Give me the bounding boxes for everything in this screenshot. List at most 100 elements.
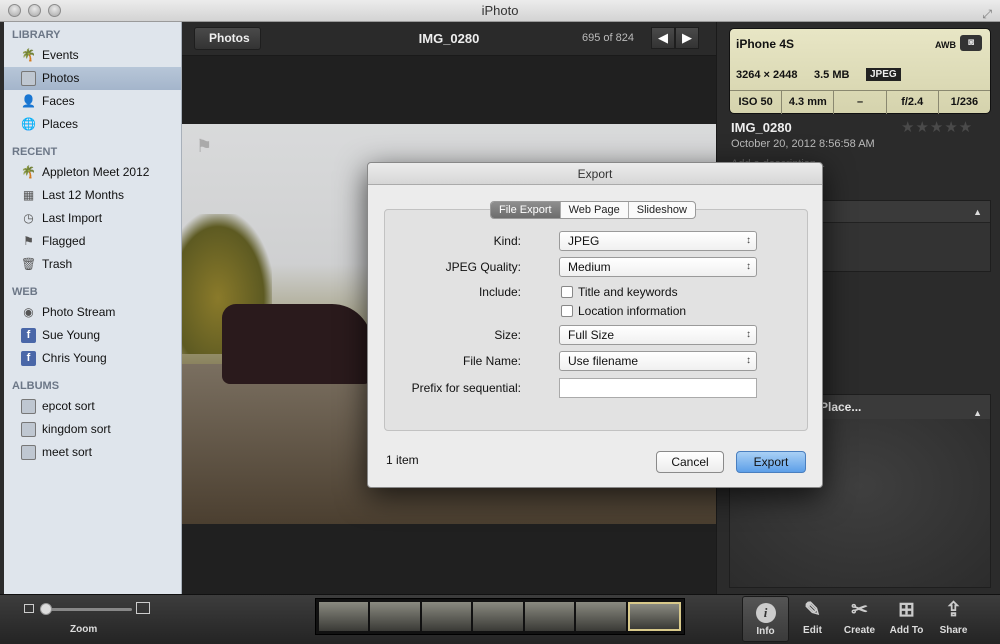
photo-toolbar: Photos IMG_0280 695 of 824 ◀ ▶ [182,22,716,56]
flag-icon: ⚑ [23,234,34,248]
sidebar-item-label: Faces [42,94,75,108]
minimize-button[interactable] [28,4,41,17]
sidebar-item-kingdom-sort[interactable]: kingdom sort [4,418,181,441]
filmstrip-thumb[interactable] [319,602,369,631]
cancel-button[interactable]: Cancel [656,451,724,473]
filmstrip-thumb[interactable] [524,602,575,631]
sidebar: LIBRARY 🌴 Events Photos 👤 Faces 🌐 Places RE… [4,22,182,594]
iso-value: ISO 50 [738,96,773,108]
add-to-button[interactable]: ⊞ Add To [883,596,930,642]
quality-select[interactable]: Medium [559,257,757,277]
prefix-input[interactable] [559,378,757,398]
window-title: iPhoto [481,3,519,18]
sidebar-item-photo-stream[interactable]: ◉ Photo Stream [4,301,181,324]
filmstrip-thumb[interactable] [421,602,472,631]
size-label: Size: [494,328,521,342]
album-icon [21,445,36,460]
zoom-small-icon [24,604,34,613]
sidebar-item-appleton-meet[interactable]: 🌴 Appleton Meet 2012 [4,161,181,184]
sidebar-item-label: Last Import [42,211,103,225]
filmstrip-thumb[interactable] [576,602,626,631]
sidebar-item-label: Sue Young [42,328,101,342]
sidebar-item-last-12-months[interactable]: ▦ Last 12 Months [4,184,181,207]
size-select[interactable]: Full Size [559,325,757,345]
web-header: WEB [12,286,38,298]
albums-header: ALBUMS [12,380,60,392]
share-button[interactable]: ⇪ Share [930,596,977,642]
sidebar-item-sue-young[interactable]: f Sue Young [4,324,181,347]
shutter-speed: 1/236 [937,91,990,114]
quality-label: JPEG Quality: [445,260,521,274]
album-icon [21,399,36,414]
tab-file-export[interactable]: File Export [491,202,560,218]
zoom-button[interactable] [48,4,61,17]
location-info-checkbox[interactable]: Location information [561,304,686,318]
sidebar-item-epcot-sort[interactable]: epcot sort [4,395,181,418]
edit-button[interactable]: ✎ Edit [789,596,836,642]
include-label: Include: [478,285,521,299]
clock-icon: ◷ [23,211,34,225]
title-bar: iPhoto ⤢ [0,0,1000,22]
place-label: Place... [820,400,862,414]
export-options-group: Kind: JPEG JPEG Quality: Medium Include:… [384,209,808,431]
facebook-icon: f [21,328,36,343]
rating-stars[interactable]: ★★★★★ [901,118,973,136]
sidebar-item-places[interactable]: 🌐 Places [4,113,181,136]
next-arrow-icon[interactable]: ▶ [675,27,699,49]
previous-arrow-icon[interactable]: ◀ [651,27,675,49]
album-icon [21,422,36,437]
sidebar-item-photos[interactable]: Photos [4,67,181,90]
sidebar-item-label: Last 12 Months [42,188,125,202]
zoom-knob[interactable] [40,603,52,615]
sidebar-item-events[interactable]: 🌴 Events [4,44,181,67]
zoom-label: Zoom [70,624,98,635]
sidebar-item-label: Events [42,48,79,62]
window-controls [8,4,61,17]
tool-buttons: i Info ✎ Edit ✂ Create ⊞ Add To ⇪ Share [742,596,977,642]
filmstrip-thumb[interactable] [473,602,523,631]
filename-label: File Name: [462,354,521,368]
kind-select[interactable]: JPEG [559,231,757,251]
zoom-track[interactable] [40,608,132,611]
filmstrip[interactable] [315,598,685,635]
sidebar-item-trash[interactable]: 🗑 Trash [4,253,181,276]
face-icon: 👤 [21,94,36,108]
collapse-triangle-icon[interactable]: ▲ [973,207,982,217]
sidebar-item-flagged[interactable]: ⚑ Flagged [4,230,181,253]
globe-icon: 🌐 [21,117,36,131]
nav-arrows: ◀ ▶ [651,27,699,49]
close-button[interactable] [8,4,21,17]
title-keywords-checkbox[interactable]: Title and keywords [561,285,678,299]
checkbox-box[interactable] [561,286,573,298]
checkbox-box[interactable] [561,305,573,317]
tab-web-page[interactable]: Web Page [559,202,628,218]
awb-label: AWB [935,40,956,50]
info-button[interactable]: i Info [742,596,789,642]
info-photo-name[interactable]: IMG_0280 [731,120,792,135]
sidebar-item-chris-young[interactable]: f Chris Young [4,347,181,370]
exposure-row: ISO 50 4.3 mm – f/2.4 1/236 [730,90,990,114]
kind-label: Kind: [493,234,521,248]
tab-slideshow[interactable]: Slideshow [627,202,695,218]
export-button[interactable]: Export [736,451,806,473]
sidebar-item-label: Trash [42,257,73,271]
export-tabs: File Export Web Page Slideshow [490,201,696,219]
filename-select[interactable]: Use filename [559,351,757,371]
photos-icon [21,71,36,86]
create-button[interactable]: ✂ Create [836,596,883,642]
export-dialog: Export File Export Web Page Slideshow Ki… [367,162,823,488]
filmstrip-thumb-current[interactable] [627,602,681,631]
zoom-slider[interactable] [24,602,152,616]
palm-tree-icon: 🌴 [21,165,36,179]
sidebar-item-faces[interactable]: 👤 Faces [4,90,181,113]
share-icon: ⇪ [945,599,962,621]
flag-icon[interactable]: ⚑ [196,136,218,156]
bottom-toolbar: Zoom i Info ✎ Edit ✂ Create ⊞ Add To ⇪ Share [0,594,1000,644]
sidebar-item-last-import[interactable]: ◷ Last Import [4,207,181,230]
filmstrip-thumb[interactable] [370,602,420,631]
recent-header: RECENT [12,146,58,158]
sidebar-item-label: Photo Stream [42,305,116,319]
plus-icon: ⊞ [898,599,915,621]
sidebar-item-meet-sort[interactable]: meet sort [4,441,181,464]
resolution: 3264 × 2448 [736,69,798,81]
